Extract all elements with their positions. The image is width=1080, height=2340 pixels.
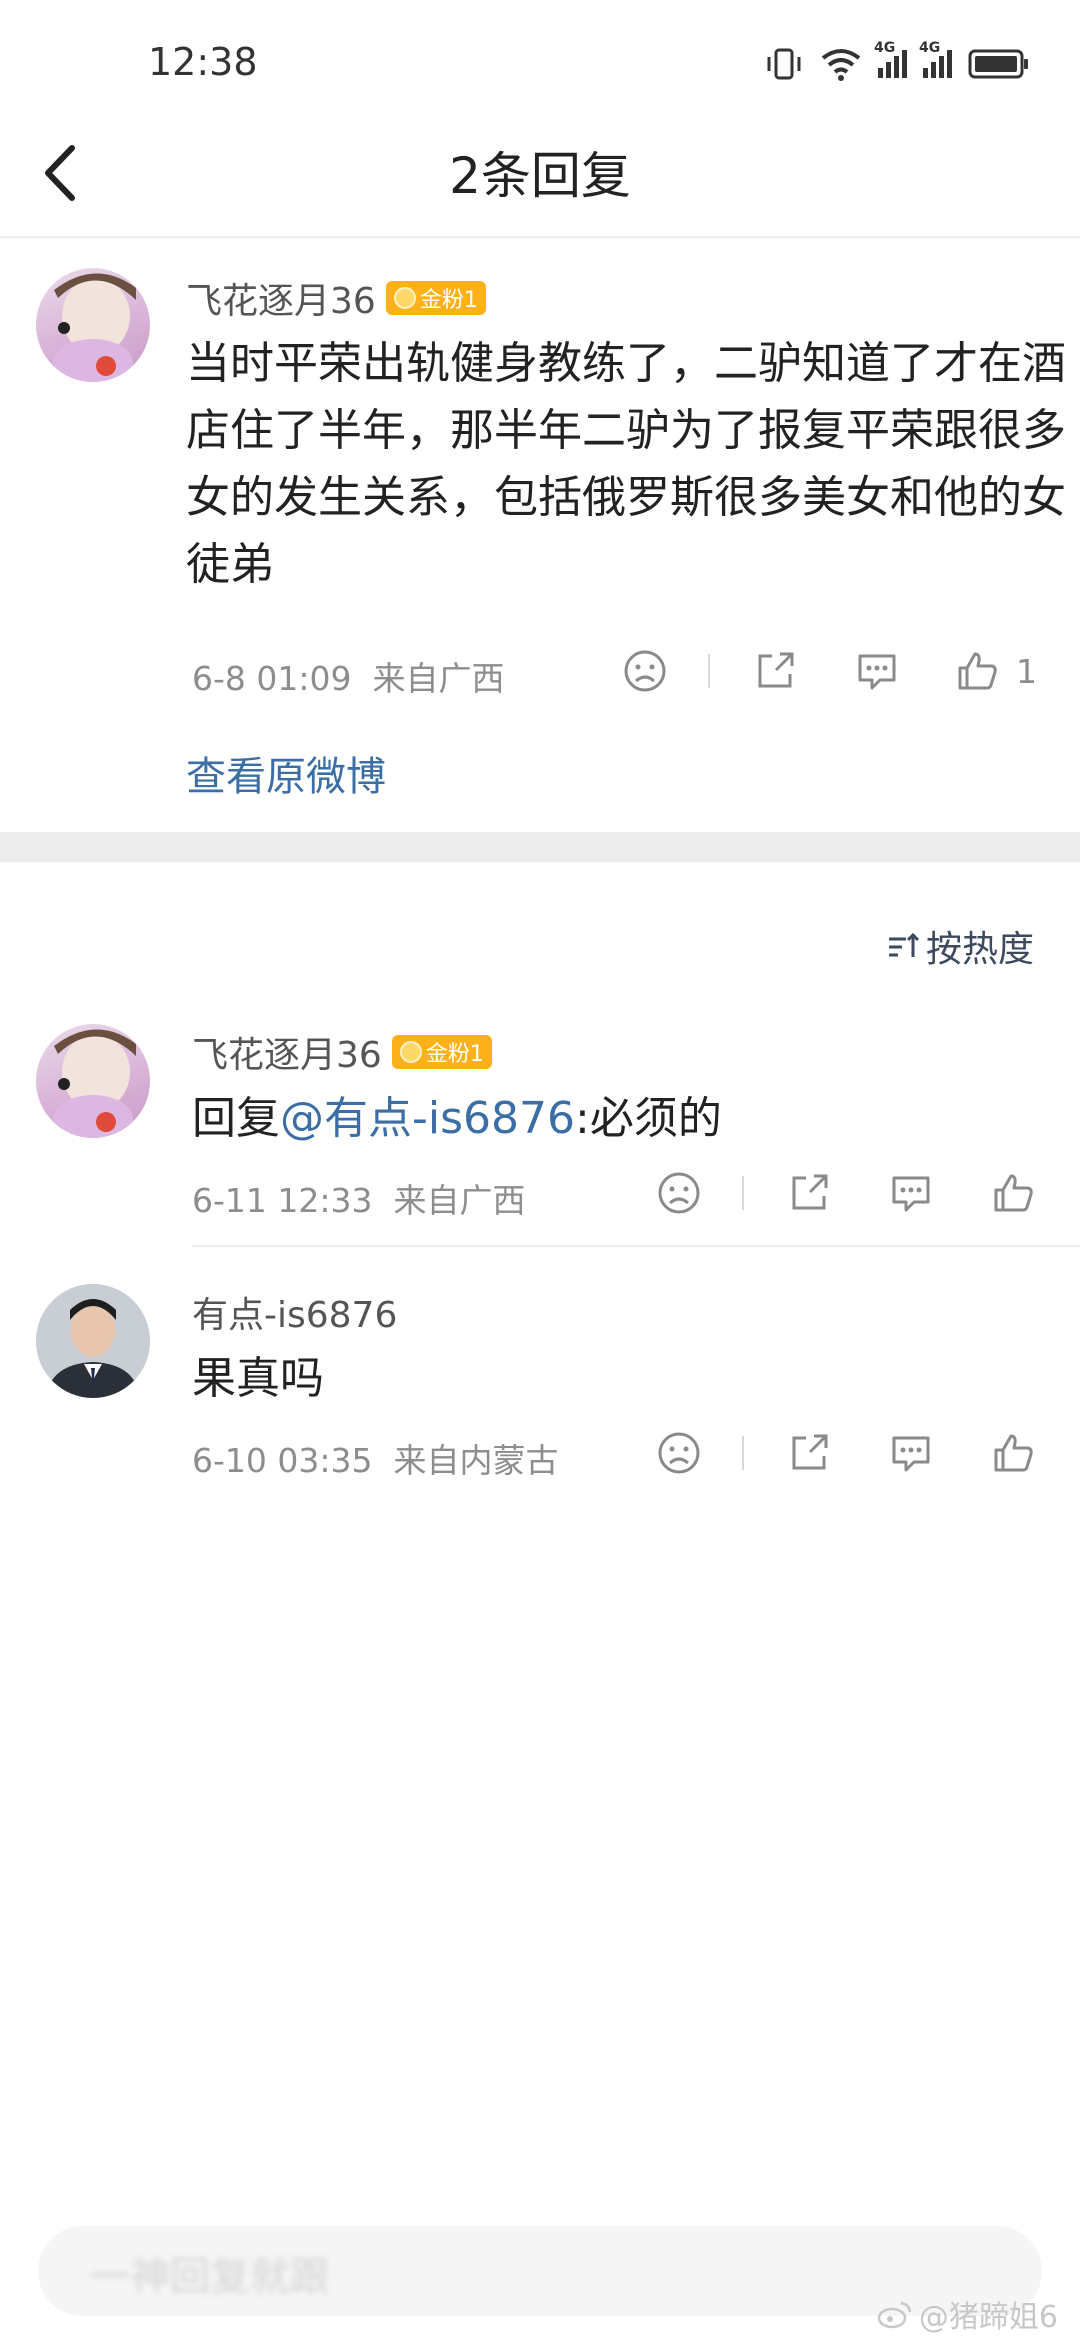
share-icon[interactable] [752,648,798,694]
comment-text: 当时平荣出轨健身教练了，二驴知道了才在酒店住了半年，那半年二驴为了报复平荣跟很多… [186,338,1066,590]
status-time: 12:38 [148,40,258,84]
battery-icon [968,49,1028,79]
watermark-text: @猪蹄姐6 [918,2300,1058,2335]
header-divider [0,236,1080,238]
reply-actions [656,1170,1036,1216]
action-separator [742,1176,744,1210]
sort-label: 按热度 [925,929,1034,970]
reply-time: 6-11 12:33 [192,1181,373,1220]
badge-icon [393,287,416,309]
weibo-logo-icon [877,2301,912,2329]
reply-meta: 6-11 12:33 来自广西 [192,1174,525,1222]
sad-face-icon[interactable] [656,1430,702,1476]
reply-suffix: :必须的 [575,1093,722,1144]
comment-location: 来自广西 [372,659,505,698]
avatar[interactable] [36,1024,150,1138]
fan-badge: 金粉1 [391,1035,492,1069]
vibrate-icon [767,48,801,80]
reply-time: 6-10 03:35 [192,1441,373,1480]
reply-meta: 6-10 03:35 来自内蒙古 [192,1434,558,1482]
reply-location: 来自广西 [393,1181,526,1220]
reply-text: 果真吗 [192,1353,324,1404]
sort-icon [888,932,920,957]
network-type-label: 4G [919,40,941,56]
share-icon[interactable] [786,1170,832,1216]
reply-actions [656,1430,1036,1476]
reply-prefix: 回复 [192,1093,280,1144]
username[interactable]: 有点-is6876 [192,1286,397,1338]
comment-icon[interactable] [888,1170,934,1216]
like-icon[interactable] [954,648,1000,694]
sort-button[interactable]: 按热度 [886,920,1034,972]
mention-link[interactable]: @有点-is6876 [280,1093,575,1144]
like-icon[interactable] [990,1170,1036,1216]
like-count: 1 [1016,651,1037,691]
username[interactable]: 飞花逐月36 [192,1026,382,1078]
avatar[interactable] [36,1284,150,1398]
cell-signal-1: 4G [874,40,907,78]
network-type-label: 4G [874,40,896,56]
cell-signal-2: 4G [919,40,952,78]
share-icon[interactable] [786,1430,832,1476]
badge-label: 金粉1 [419,288,478,313]
badge-icon [399,1041,422,1063]
comment-actions: 1 [622,648,1037,694]
comment-meta: 6-8 01:09 来自广西 [192,652,504,700]
section-separator [0,832,1080,862]
reply-header: 飞花逐月36 金粉1 [192,1026,492,1078]
like-icon[interactable] [990,1430,1036,1476]
reply-divider [192,1245,1080,1247]
action-separator [742,1436,744,1470]
main-comment-header: 飞花逐月36 金粉1 [186,272,486,324]
sad-face-icon[interactable] [622,648,668,694]
watermark: @猪蹄姐6 [877,2292,1058,2336]
sad-face-icon[interactable] [656,1170,702,1216]
avatar[interactable] [36,268,150,382]
status-icons: 4G 4G [764,40,1030,84]
reply-text: 回复@有点-is6876:必须的 [192,1082,722,1146]
fan-badge: 金粉1 [385,281,486,315]
badge-label: 金粉1 [425,1042,484,1067]
view-original-link[interactable]: 查看原微博 [186,744,386,802]
comment-icon[interactable] [888,1430,934,1476]
comment-time: 6-8 01:09 [192,659,352,698]
comment-icon[interactable] [854,648,900,694]
reply-input-placeholder: 一神回复就跟 [90,2254,330,2300]
page-title: 2条回复 [449,147,631,205]
username[interactable]: 飞花逐月36 [186,272,376,324]
action-separator [708,654,710,688]
reply-location: 来自内蒙古 [393,1441,559,1480]
wifi-icon [821,49,861,81]
